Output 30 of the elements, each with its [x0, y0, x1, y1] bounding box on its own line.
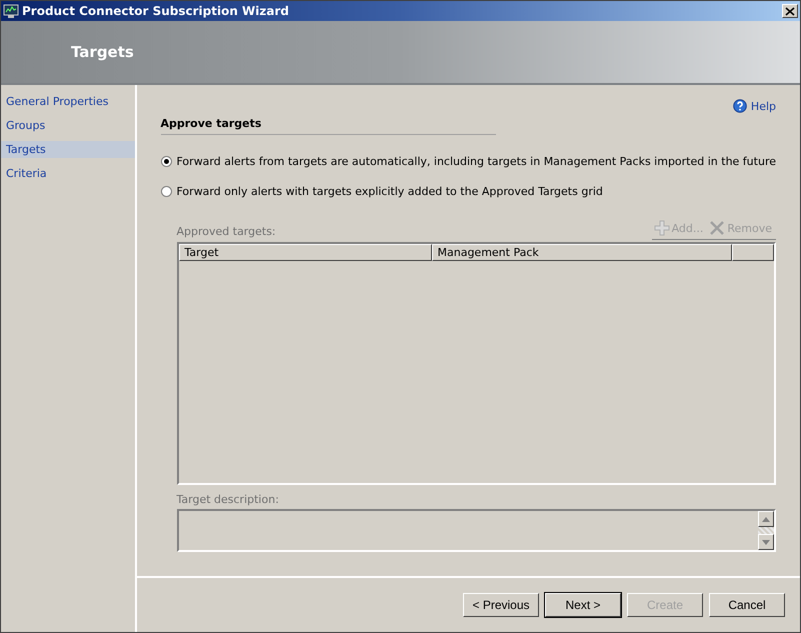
wizard-button[interactable]: < Previous [463, 593, 539, 617]
column-header[interactable]: Target [178, 244, 432, 261]
scroll-down-button[interactable] [758, 534, 774, 550]
help-link[interactable]: Help [732, 99, 776, 113]
close-button[interactable] [782, 4, 798, 18]
sidebar-item[interactable]: Targets [1, 141, 134, 158]
sidebar-item[interactable]: General Properties [1, 93, 134, 110]
section-title: Approve targets [160, 117, 496, 135]
down-arrow-icon [762, 540, 770, 544]
option-label: Forward only alerts with targets explicitly added to the Approved Targets grid [176, 185, 603, 198]
window-title: Product Connector Subscription Wizard [22, 4, 290, 18]
close-icon [709, 220, 726, 236]
scroll-up-button[interactable] [758, 511, 774, 527]
app-icon [3, 3, 19, 19]
option-label: Forward alerts from targets are automatically, including targets in Management Packs imported in the future [176, 155, 776, 168]
grid-label: Approved targets: [176, 225, 277, 240]
description-label: Target description: [176, 493, 280, 506]
plus-icon [654, 220, 670, 236]
up-arrow-icon [762, 516, 770, 522]
page-title: Targets [71, 43, 134, 61]
radio-button[interactable] [160, 186, 172, 197]
column-header[interactable]: Management Pack [432, 244, 732, 261]
radio-button[interactable] [160, 156, 172, 167]
help-icon [732, 99, 747, 113]
wizard-button[interactable]: Next > [545, 593, 621, 617]
sidebar-item[interactable]: Criteria [1, 165, 134, 182]
description-field[interactable] [176, 509, 776, 552]
targets-grid[interactable]: Target Management Pack [176, 242, 776, 485]
sidebar-item[interactable]: Groups [1, 117, 134, 134]
wizard-button[interactable]: Cancel [709, 593, 785, 617]
